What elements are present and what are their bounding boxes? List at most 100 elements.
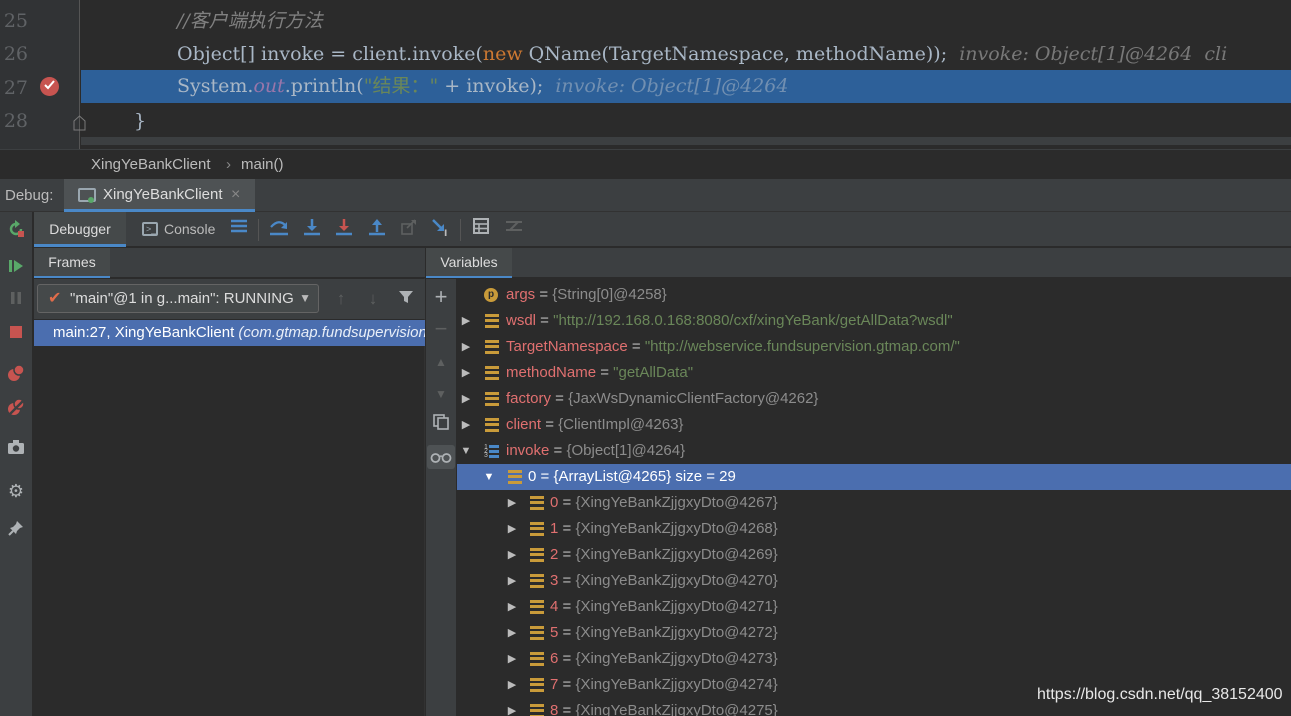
- code-text: QName(TargetNamespace, methodName));: [522, 43, 948, 65]
- settings-icon[interactable]: ⚙: [5, 480, 27, 502]
- evaluate-expression-icon[interactable]: [470, 218, 492, 240]
- glasses-icon[interactable]: [427, 445, 455, 469]
- tab-console-label: Console: [164, 221, 216, 237]
- editor-horizontal-scrollbar[interactable]: [81, 137, 1291, 145]
- collapse-arrow-icon[interactable]: ▼: [482, 464, 496, 490]
- breadcrumb-method[interactable]: main(): [241, 150, 284, 179]
- expand-arrow-icon[interactable]: ▶: [505, 620, 519, 646]
- collapse-arrow-icon[interactable]: ▼: [459, 438, 473, 464]
- variable-row[interactable]: ▶ 5 = {XingYeBankZjjgxyDto@4272}: [457, 620, 1291, 646]
- variable-row[interactable]: ▶ 6 = {XingYeBankZjjgxyDto@4273}: [457, 646, 1291, 672]
- expand-arrow-icon[interactable]: ▶: [459, 308, 473, 334]
- variable-row[interactable]: ▶ factory = {JaxWsDynamicClientFactory@4…: [457, 386, 1291, 412]
- arrow-down-icon[interactable]: ↓: [363, 289, 383, 309]
- variable-row[interactable]: ▶ 3 = {XingYeBankZjjgxyDto@4270}: [457, 568, 1291, 594]
- expand-arrow-icon[interactable]: ▶: [505, 568, 519, 594]
- run-to-cursor-icon[interactable]: I: [430, 218, 452, 240]
- variable-row[interactable]: ▶ 1 = {XingYeBankZjjgxyDto@4268}: [457, 516, 1291, 542]
- variable-row[interactable]: ▶ 2 = {XingYeBankZjjgxyDto@4269}: [457, 542, 1291, 568]
- step-into-icon[interactable]: [301, 218, 323, 240]
- stop-icon[interactable]: [5, 324, 27, 346]
- variable-text: 7 = {XingYeBankZjjgxyDto@4274}: [550, 672, 778, 698]
- variable-row[interactable]: ▶ 0 = {XingYeBankZjjgxyDto@4267}: [457, 490, 1291, 516]
- variable-name: args: [506, 286, 536, 303]
- field-icon: [530, 574, 544, 588]
- camera-icon[interactable]: [5, 439, 27, 461]
- variable-row[interactable]: ▼ 123 invoke = {Object[1]@4264}: [457, 438, 1291, 464]
- mute-breakpoints-icon[interactable]: [5, 398, 27, 420]
- line-number: 27: [3, 77, 28, 99]
- variable-name: factory: [506, 390, 552, 407]
- expand-arrow-icon[interactable]: ▶: [459, 334, 473, 360]
- remove-watch-icon[interactable]: −: [429, 317, 453, 341]
- rerun-icon[interactable]: [5, 220, 27, 242]
- close-tab-icon[interactable]: ×: [231, 179, 240, 210]
- variable-row[interactable]: ▶ client = {ClientImpl@4263}: [457, 412, 1291, 438]
- tab-debugger[interactable]: Debugger: [34, 212, 126, 247]
- expand-arrow-icon[interactable]: ▶: [459, 386, 473, 412]
- variable-text: 4 = {XingYeBankZjjgxyDto@4271}: [550, 594, 778, 620]
- drop-frame-icon[interactable]: [398, 218, 420, 240]
- frames-title[interactable]: Frames: [34, 248, 110, 278]
- variable-text: methodName = "getAllData": [506, 360, 693, 386]
- force-step-into-icon[interactable]: [333, 218, 355, 240]
- variable-row[interactable]: ▶ methodName = "getAllData": [457, 360, 1291, 386]
- expand-arrow-icon[interactable]: ▶: [505, 698, 519, 716]
- step-out-icon[interactable]: [366, 218, 388, 240]
- expand-arrow-icon[interactable]: ▶: [505, 490, 519, 516]
- show-execution-point-icon[interactable]: [228, 218, 250, 240]
- expand-arrow-icon[interactable]: ▶: [505, 594, 519, 620]
- variable-row[interactable]: ▶ wsdl = "http://192.168.0.168:8080/cxf/…: [457, 308, 1291, 334]
- expand-arrow-icon[interactable]: ▶: [505, 646, 519, 672]
- filter-icon[interactable]: [396, 289, 416, 309]
- stack-frame-item[interactable]: main:27, XingYeBankClient (com.gtmap.fun…: [34, 320, 425, 346]
- step-over-icon[interactable]: [268, 218, 290, 240]
- variable-equals: =: [549, 442, 567, 459]
- variable-equals: =: [558, 624, 576, 641]
- variables-title[interactable]: Variables: [426, 248, 512, 278]
- variable-row[interactable]: ▶ 4 = {XingYeBankZjjgxyDto@4271}: [457, 594, 1291, 620]
- view-breakpoints-icon[interactable]: [5, 364, 27, 386]
- move-up-icon[interactable]: ▲: [429, 350, 453, 374]
- thread-dropdown[interactable]: ✔ "main"@1 in g...main": RUNNING ▼: [37, 284, 319, 313]
- debug-session-tab[interactable]: XingYeBankClient ×: [64, 179, 255, 212]
- variable-text: factory = {JaxWsDynamicClientFactory@426…: [506, 386, 818, 412]
- tab-console[interactable]: >_ Console: [138, 212, 223, 247]
- code-editor[interactable]: 25 26 27 28 //客户端执行方法 Object[] invoke = …: [0, 0, 1291, 149]
- field-icon: [530, 548, 544, 562]
- variable-text: 0 = {ArrayList@4265} size = 29: [528, 464, 736, 490]
- variable-value: {XingYeBankZjjgxyDto@4268}: [575, 520, 778, 537]
- variable-value: {ClientImpl@4263}: [558, 416, 684, 433]
- expand-arrow-icon[interactable]: ▶: [505, 516, 519, 542]
- variable-text: 0 = {XingYeBankZjjgxyDto@4267}: [550, 490, 778, 516]
- field-icon: [530, 496, 544, 510]
- breakpoint-check-icon[interactable]: [40, 77, 59, 96]
- field-icon: [485, 314, 499, 328]
- copy-icon[interactable]: [429, 412, 453, 436]
- pause-icon[interactable]: [5, 290, 27, 312]
- variable-equals: =: [596, 364, 614, 381]
- pin-icon[interactable]: [5, 520, 27, 542]
- code-line[interactable]: Object[] invoke = client.invoke(new QNam…: [81, 38, 1291, 71]
- variable-row[interactable]: p args = {String[0]@4258}: [457, 282, 1291, 308]
- variable-row[interactable]: ▶ TargetNamespace = "http://webservice.f…: [457, 334, 1291, 360]
- variable-text: wsdl = "http://192.168.0.168:8080/cxf/xi…: [506, 308, 953, 334]
- variable-equals: =: [558, 572, 576, 589]
- code-line[interactable]: }: [81, 105, 1291, 138]
- trace-stream-icon[interactable]: [503, 218, 525, 240]
- editor-gutter[interactable]: 25 26 27 28: [0, 0, 86, 149]
- variable-equals: =: [558, 546, 576, 563]
- variable-text: 1 = {XingYeBankZjjgxyDto@4268}: [550, 516, 778, 542]
- breadcrumb-class[interactable]: XingYeBankClient: [91, 150, 211, 179]
- expand-arrow-icon[interactable]: ▶: [459, 360, 473, 386]
- current-execution-line[interactable]: System.out.println("结果：" + invoke); invo…: [81, 70, 1291, 103]
- resume-icon[interactable]: [5, 258, 27, 280]
- expand-arrow-icon[interactable]: ▶: [505, 542, 519, 568]
- add-watch-icon[interactable]: +: [429, 285, 453, 309]
- expand-arrow-icon[interactable]: ▶: [505, 672, 519, 698]
- code-line[interactable]: //客户端执行方法: [81, 5, 1291, 38]
- variable-row-selected[interactable]: ▼ 0 = {ArrayList@4265} size = 29: [457, 464, 1291, 490]
- move-down-icon[interactable]: ▼: [429, 382, 453, 406]
- arrow-up-icon[interactable]: ↑: [331, 289, 351, 309]
- expand-arrow-icon[interactable]: ▶: [459, 412, 473, 438]
